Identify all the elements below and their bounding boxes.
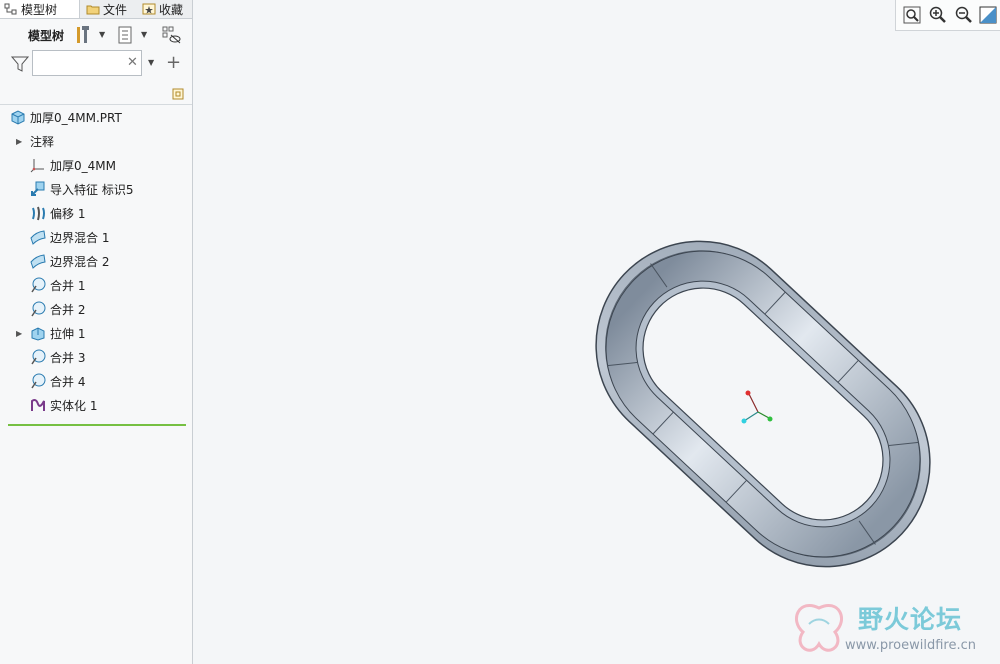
merge-icon [31,301,46,317]
boundary-blend-icon [30,230,46,245]
show-button[interactable] [114,24,136,46]
filter-icon[interactable] [11,55,29,73]
tree-item-boundary-blend-1[interactable]: 边界混合 1 [30,226,109,248]
tree-item-offset[interactable]: 偏移 1 [30,202,85,224]
tab-label: 收藏 [159,2,184,17]
expand-icon[interactable]: ▶ [16,137,22,146]
tree-item-annotation[interactable]: 注释 [30,130,54,152]
tree-item-label: 加厚0_4MM [50,158,116,173]
tree-item-label: 导入特征 标识5 [50,182,134,197]
insert-here-line[interactable] [8,424,186,426]
merge-icon [31,277,46,293]
visibility-icon [162,26,181,44]
chevron-down-icon[interactable]: ▼ [148,58,154,67]
tree-toolbar: 模型树 ▼ ▼ [0,20,192,50]
tree-item-label: 实体化 1 [50,398,98,413]
tree-item-label: 边界混合 1 [50,230,110,245]
tree-item-label: 合并 1 [50,278,86,293]
watermark-url: www.proewildfire.cn [845,638,976,653]
expand-icon[interactable]: ▶ [16,329,22,338]
tree-item-boundary-blend-2[interactable]: 边界混合 2 [30,250,109,272]
tree-item-label: 拉伸 1 [50,326,86,341]
tree-item-import-feature[interactable]: 导入特征 标识5 [30,178,133,200]
tree-tools-button[interactable] [72,24,94,46]
extrude-icon [31,327,45,341]
folder-icon [86,5,100,15]
offset-icon [32,206,45,221]
chevron-down-icon[interactable]: ▼ [141,30,147,39]
boundary-blend-icon [30,254,46,269]
part-model[interactable] [193,0,1000,664]
model-tree-icon [4,3,17,15]
visibility-button[interactable] [160,24,182,46]
watermark-logo-icon [794,604,844,652]
solidify-icon [31,399,45,411]
toolbar-label: 模型树 [28,29,65,43]
tree-item-label: 加厚0_4MM.PRT [30,110,122,125]
csys-icon [30,159,44,173]
tab-model-tree[interactable]: 模型树 [0,0,80,18]
filter-row: ✕ ▼ + [0,50,192,78]
add-icon[interactable]: + [166,52,181,73]
tree-item-label: 偏移 1 [50,206,86,221]
tree-root[interactable]: 加厚0_4MM.PRT [10,106,122,128]
tree-item-merge-1[interactable]: 合并 1 [30,274,85,296]
tab-favorites[interactable]: 收藏 [138,0,192,18]
favorites-icon [142,3,156,15]
tab-label: 文件 [103,2,128,17]
graphics-window[interactable] [193,0,1000,664]
part-icon [11,110,25,125]
tree-item-extrude-1[interactable]: 拉伸 1 [30,322,85,344]
tree-item-solidify-1[interactable]: 实体化 1 [30,394,97,416]
show-icon [118,26,132,44]
tree-item-label: 合并 2 [50,302,86,317]
tab-label: 模型树 [21,2,58,17]
clear-icon[interactable]: ✕ [127,55,138,70]
watermark-title: 野火论坛 [858,605,963,634]
tree-item-label: 合并 4 [50,374,86,389]
tree-columns-icon[interactable] [171,87,185,101]
model-tree-panel: 模型树 文件 收藏 模型树 ▼ ▼ ✕ ▼ + 加厚0_4MM.PRT ▶ 注释… [0,0,193,664]
tools-icon [77,26,89,43]
merge-icon [31,373,46,389]
tree-item-label: 边界混合 2 [50,254,110,269]
panel-tabs: 模型树 文件 收藏 [0,0,192,19]
merge-icon [31,349,46,365]
tree-item-label: 注释 [30,134,55,149]
tree-item-merge-3[interactable]: 合并 3 [30,346,85,368]
tree-item-label: 合并 3 [50,350,86,365]
chevron-down-icon[interactable]: ▼ [99,30,105,39]
tree-item-merge-4[interactable]: 合并 4 [30,370,85,392]
tree-settings-row [0,82,192,105]
tree-item-merge-2[interactable]: 合并 2 [30,298,85,320]
import-feature-icon [31,181,45,196]
tree-item-csys[interactable]: 加厚0_4MM [30,154,116,176]
watermark: 野火论坛 www.proewildfire.cn [785,598,1000,664]
filter-input[interactable] [32,50,142,76]
tab-files[interactable]: 文件 [82,0,136,18]
